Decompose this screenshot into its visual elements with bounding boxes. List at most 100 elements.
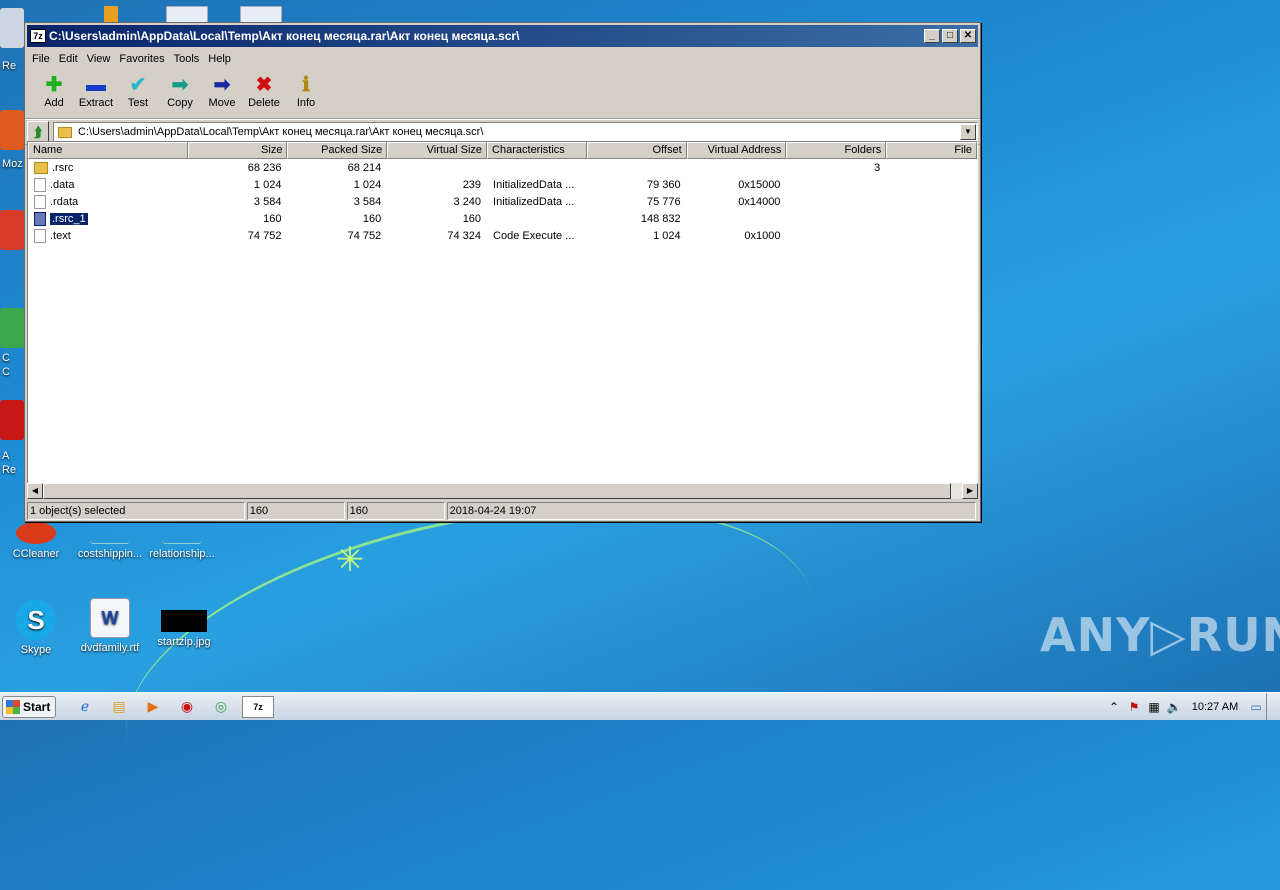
info-label: Info xyxy=(296,97,316,109)
column-files[interactable]: File xyxy=(886,142,977,159)
test-button[interactable]: ✔ Test xyxy=(117,69,159,109)
menu-favorites[interactable]: Favorites xyxy=(116,53,170,65)
menu-file[interactable]: File xyxy=(29,53,56,65)
item-size: 160 xyxy=(263,212,282,225)
copy-arrow-icon: ➡ xyxy=(171,74,189,96)
item-offset: 75 776 xyxy=(646,195,681,208)
edge-label: C xyxy=(2,352,10,364)
add-button[interactable]: ✚ Add xyxy=(33,69,75,109)
item-virtual-address: 0x14000 xyxy=(738,195,781,208)
close-button[interactable]: ✕ xyxy=(960,29,976,43)
scroll-right-icon[interactable]: ▶ xyxy=(962,483,978,499)
action-center-icon[interactable]: ⚑ xyxy=(1124,700,1144,714)
desktop-icon-label: dvdfamily.rtf xyxy=(80,642,140,654)
horizontal-scrollbar[interactable]: ◀ ▶ xyxy=(27,483,978,499)
desktop-icon-costshipping[interactable]: costshippin... xyxy=(74,522,146,560)
status-bar: 1 object(s) selected 160 160 2018-04-24 … xyxy=(25,501,980,521)
column-characteristics[interactable]: Characteristics xyxy=(487,142,587,159)
opera-icon[interactable] xyxy=(0,210,24,250)
check-icon: ✔ xyxy=(129,74,147,96)
show-desktop-button[interactable] xyxy=(1266,692,1280,721)
image-thumbnail-icon xyxy=(161,610,207,632)
menu-view[interactable]: View xyxy=(84,53,117,65)
chrome-taskbar-icon[interactable]: ◎ xyxy=(208,696,234,718)
item-virtual-size: 239 xyxy=(462,178,482,191)
list-item[interactable]: .text 74 752 74 752 74 324 Code Execute … xyxy=(28,227,977,244)
extract-label: Extract xyxy=(78,97,114,109)
delete-label: Delete xyxy=(248,97,280,109)
address-combobox[interactable]: C:\Users\admin\AppData\Local\Temp\Акт ко… xyxy=(53,122,978,142)
desktop-icon-label: CCleaner xyxy=(12,548,60,560)
info-button[interactable]: ℹ Info xyxy=(285,69,327,109)
item-size: 1 024 xyxy=(253,178,282,191)
file-list: Name Size Packed Size Virtual Size Chara… xyxy=(27,141,978,498)
title-bar[interactable]: 7z C:\Users\admin\AppData\Local\Temp\Акт… xyxy=(27,25,978,47)
up-folder-button[interactable]: ⮭ xyxy=(27,121,49,143)
recycle-bin-icon[interactable] xyxy=(0,8,24,48)
list-item[interactable]: .data 1 024 1 024 239 InitializedData ..… xyxy=(28,176,977,193)
scroll-thumb[interactable] xyxy=(43,483,951,499)
move-arrow-icon: ➡ xyxy=(213,74,231,96)
menu-bar: File Edit View Favorites Tools Help xyxy=(25,49,980,69)
wallpaper-sparkle: ✳ xyxy=(335,541,365,579)
item-packed-size: 3 584 xyxy=(353,195,382,208)
network-icon[interactable]: ▦ xyxy=(1144,700,1164,714)
internet-explorer-icon[interactable]: ℯ xyxy=(72,696,98,718)
menu-tools[interactable]: Tools xyxy=(171,53,206,65)
toolbar: ✚ Add ▬ Extract ✔ Test ➡ Copy ➡ Move ✖ D… xyxy=(25,69,980,119)
desktop-icon-label: startzip.jpg xyxy=(157,636,211,648)
column-size[interactable]: Size xyxy=(187,142,288,159)
file-explorer-icon[interactable]: ▤ xyxy=(106,696,132,718)
column-name[interactable]: Name xyxy=(28,142,188,159)
move-button[interactable]: ➡ Move xyxy=(201,69,243,109)
firefox-icon[interactable] xyxy=(0,110,24,150)
column-virtual-address[interactable]: Virtual Address xyxy=(686,142,787,159)
menu-edit[interactable]: Edit xyxy=(56,53,84,65)
copy-label: Copy xyxy=(167,97,193,109)
column-offset[interactable]: Offset xyxy=(586,142,687,159)
desktop-icon-ccleaner[interactable]: CCleaner xyxy=(0,522,72,560)
volume-icon[interactable]: 🔈 xyxy=(1164,700,1184,714)
acrobat-icon[interactable] xyxy=(0,400,24,440)
clock[interactable]: 10:27 AM xyxy=(1184,701,1246,713)
column-virtual-size[interactable]: Virtual Size xyxy=(387,142,488,159)
desktop-icon-relationship[interactable]: relationship... xyxy=(146,522,218,560)
item-characteristics: InitializedData ... xyxy=(493,195,575,208)
list-item[interactable]: .rdata 3 584 3 584 3 240 InitializedData… xyxy=(28,193,977,210)
column-folders[interactable]: Folders xyxy=(786,142,887,159)
column-header-row: Name Size Packed Size Virtual Size Chara… xyxy=(28,142,977,159)
list-item-selected[interactable]: .rsrc_1 160 160 160 148 832 xyxy=(28,210,977,227)
copy-button[interactable]: ➡ Copy xyxy=(159,69,201,109)
edge-label: C xyxy=(2,366,10,378)
item-packed-size: 68 214 xyxy=(347,161,382,174)
folder-icon xyxy=(58,126,72,138)
scroll-track[interactable] xyxy=(43,483,962,499)
minimize-button[interactable]: _ xyxy=(924,29,940,43)
desktop-icon-skype[interactable]: S Skype xyxy=(0,600,72,656)
menu-help[interactable]: Help xyxy=(205,53,237,65)
7zip-app-icon: 7z xyxy=(30,29,46,43)
skype-icon: S xyxy=(16,600,56,640)
scroll-left-icon[interactable]: ◀ xyxy=(27,483,43,499)
list-item[interactable]: .rsrc 68 236 68 214 3 xyxy=(28,159,977,176)
7zip-taskbar-button[interactable]: 7z xyxy=(242,695,274,718)
column-packed-size[interactable]: Packed Size xyxy=(287,142,388,159)
media-player-icon[interactable]: ▶ xyxy=(140,696,166,718)
desktop-icon-dvdfamily[interactable]: W dvdfamily.rtf xyxy=(74,598,146,654)
start-label: Start xyxy=(23,699,51,714)
desktop-peek-icon[interactable]: ▭ xyxy=(1246,700,1266,714)
item-virtual-size: 160 xyxy=(462,212,482,225)
extract-button[interactable]: ▬ Extract xyxy=(75,69,117,109)
start-button[interactable]: Start xyxy=(2,695,56,718)
item-name: .rsrc_1 xyxy=(49,211,89,226)
chrome-icon[interactable] xyxy=(0,308,24,348)
address-value[interactable]: C:\Users\admin\AppData\Local\Temp\Акт ко… xyxy=(78,126,960,138)
file-icon xyxy=(90,522,130,544)
maximize-button[interactable]: □ xyxy=(942,29,958,43)
desktop-icon-startzip[interactable]: startzip.jpg xyxy=(148,610,220,648)
delete-button[interactable]: ✖ Delete xyxy=(243,69,285,109)
chevron-up-icon[interactable]: ⌃ xyxy=(1104,700,1124,714)
opera-taskbar-icon[interactable]: ◉ xyxy=(174,696,200,718)
folder-icon xyxy=(34,161,48,174)
chevron-down-icon[interactable]: ▼ xyxy=(960,124,976,140)
